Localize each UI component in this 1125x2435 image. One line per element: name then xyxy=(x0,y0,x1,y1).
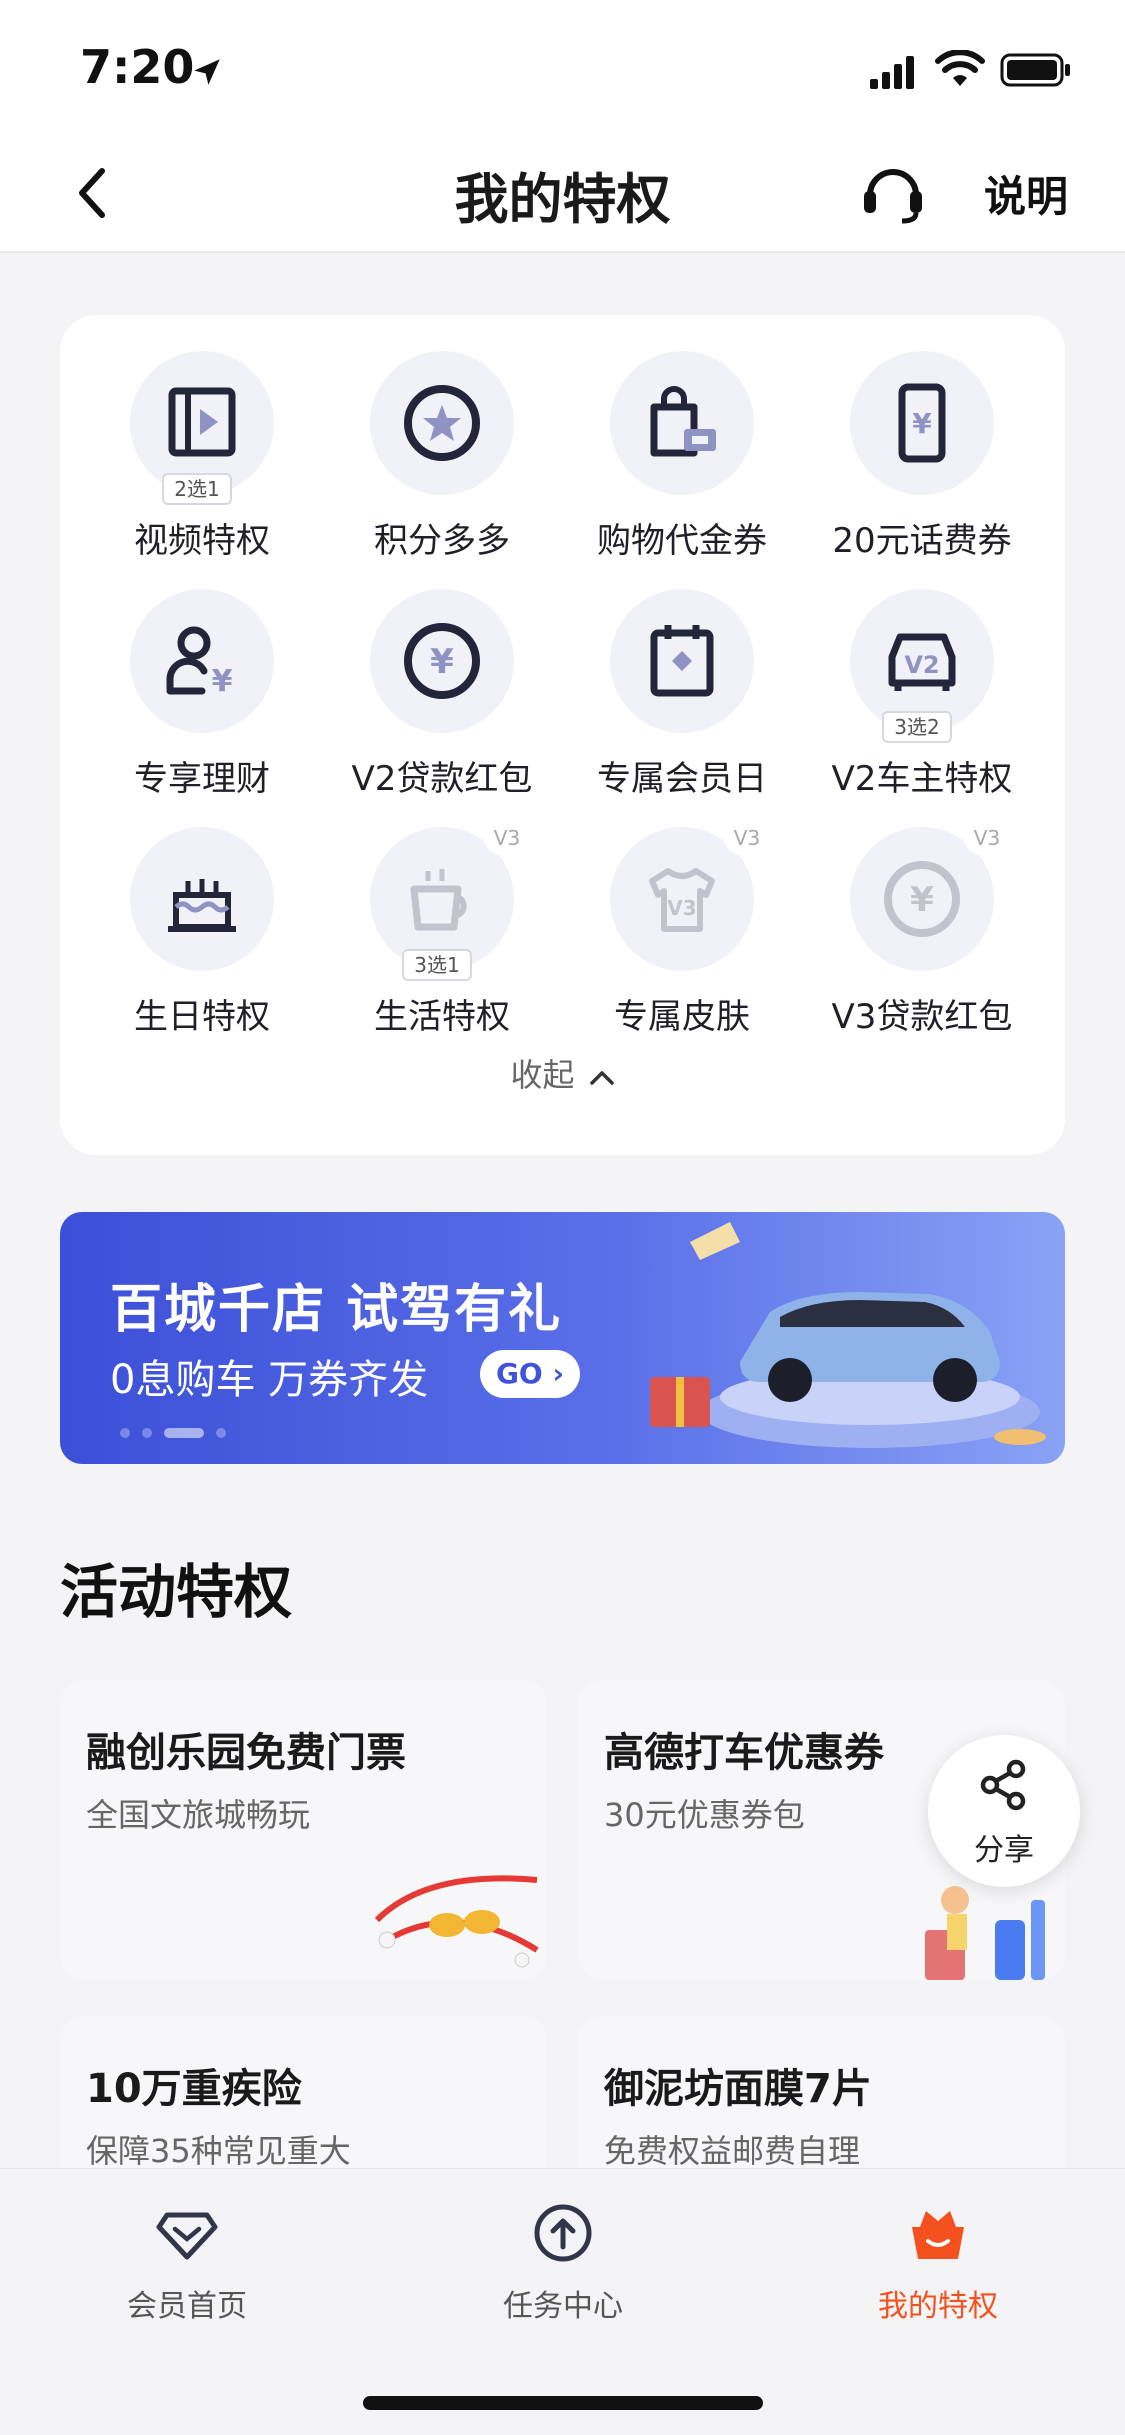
phone-icon: ¥ xyxy=(898,383,946,463)
privilege-video[interactable]: 2选1 视频特权 xyxy=(82,315,322,561)
tab-member-home[interactable]: 会员首页 xyxy=(37,2199,337,2325)
star-coin-icon xyxy=(404,385,480,461)
share-button[interactable]: 分享 xyxy=(928,1735,1080,1887)
activity-title: 10万重疾险 xyxy=(86,2066,302,2112)
privilege-v2-loan[interactable]: ¥ V2贷款红包 xyxy=(322,553,562,799)
tab-my-privileges[interactable]: 我的特权 xyxy=(788,2199,1088,2325)
privilege-icon-bg: ¥ xyxy=(370,589,514,733)
location-arrow-icon xyxy=(194,59,220,85)
car-v2-icon: V2 xyxy=(888,633,956,691)
tshirt-icon: V3 xyxy=(649,868,715,932)
activity-title: 融创乐园免费门票 xyxy=(86,1730,406,1776)
privilege-birthday[interactable]: 生日特权 xyxy=(82,791,322,1037)
nav-bar: 我的特权 说明 xyxy=(0,135,1125,253)
headset-icon[interactable] xyxy=(858,157,928,227)
signal-icon xyxy=(870,56,914,89)
activity-subtitle: 全国文旅城畅玩 xyxy=(86,1796,311,1834)
wifi-icon xyxy=(935,50,985,86)
shopping-bag-icon xyxy=(650,386,716,457)
privilege-phone-bill[interactable]: ¥ 20元话费券 xyxy=(802,315,1042,561)
svg-text:V2: V2 xyxy=(904,651,939,679)
finance-user-icon: ¥ xyxy=(166,626,233,699)
privilege-label: 专属皮肤 xyxy=(614,997,750,1037)
privilege-tag: 3选2 xyxy=(882,711,952,743)
page-title: 我的特权 xyxy=(454,168,671,231)
collapse-button[interactable]: 收起 xyxy=(60,1050,1065,1096)
collapse-label: 收起 xyxy=(510,1056,575,1094)
activity-title: 高德打车优惠券 xyxy=(604,1730,884,1776)
banner-pagination xyxy=(120,1422,238,1441)
share-icon xyxy=(980,1759,1026,1811)
bracelet-image xyxy=(374,1875,539,1968)
help-link[interactable]: 说明 xyxy=(984,163,1068,224)
crown-basket-icon xyxy=(912,2211,964,2259)
privilege-v3-loan[interactable]: ¥ V3 V3贷款红包 xyxy=(802,791,1042,1037)
banner-go-button[interactable]: GO › xyxy=(480,1350,580,1398)
level-badge: V3 xyxy=(484,821,530,855)
cake-icon xyxy=(168,879,236,932)
banner-subtitle: 0息购车 万券齐发 xyxy=(110,1357,429,1403)
page-dot xyxy=(120,1427,130,1438)
privilege-icon-bg: ¥ xyxy=(130,589,274,733)
privilege-label: V3贷款红包 xyxy=(831,997,1013,1037)
privilege-points[interactable]: 积分多多 xyxy=(322,315,562,561)
level-badge: V3 xyxy=(964,821,1010,855)
activity-title: 御泥坊面膜7片 xyxy=(604,2066,872,2112)
coffee-cup-icon xyxy=(410,869,467,931)
privilege-icon-bg xyxy=(610,351,754,495)
bottom-tab-bar: 会员首页 任务中心 我的特权 xyxy=(0,2168,1125,2435)
privilege-icon-bg: ¥ xyxy=(850,351,994,495)
page-dot xyxy=(142,1427,152,1438)
privilege-member-day[interactable]: 专属会员日 xyxy=(562,553,802,799)
tab-label: 会员首页 xyxy=(127,2289,247,2324)
video-icon xyxy=(168,387,236,457)
privilege-tag: 2选1 xyxy=(162,473,232,505)
calendar-icon xyxy=(650,625,714,697)
share-label: 分享 xyxy=(974,1833,1034,1868)
privileges-card: 2选1 视频特权 积分多多 购物代金券 ¥ 20元话费券 ¥ 专享理财 ¥ V2… xyxy=(60,315,1065,1155)
section-title-activities: 活动特权 xyxy=(60,1558,293,1626)
upload-circle-icon xyxy=(534,2204,592,2262)
promo-banner[interactable]: 百城千店 试驾有礼 0息购车 万券齐发 GO › xyxy=(60,1212,1065,1464)
banner-title: 百城千店 试驾有礼 xyxy=(110,1280,563,1340)
activity-subtitle: 30元优惠券包 xyxy=(604,1796,805,1834)
home-indicator xyxy=(363,2396,763,2410)
activity-card[interactable]: 融创乐园免费门票 全国文旅城畅玩 xyxy=(60,1680,547,1980)
banner-go-label: GO xyxy=(495,1357,543,1390)
yen-coin-icon: ¥ xyxy=(404,623,480,699)
diamond-icon xyxy=(156,2212,218,2260)
car-illustration xyxy=(650,1222,1046,1448)
privilege-icon-bg xyxy=(370,351,514,495)
svg-text:¥: ¥ xyxy=(430,642,454,682)
svg-text:V3: V3 xyxy=(667,896,696,920)
level-badge: V3 xyxy=(724,821,770,855)
svg-text:¥: ¥ xyxy=(912,407,932,440)
privilege-skin[interactable]: V3 V3 专属皮肤 xyxy=(562,791,802,1037)
privilege-v2-car-owner[interactable]: V2 3选2 V2车主特权 xyxy=(802,553,1042,799)
activity-subtitle: 免费权益邮费自理 xyxy=(604,2132,861,2170)
privilege-icon-bg xyxy=(610,589,754,733)
privilege-label: 生日特权 xyxy=(134,997,270,1037)
tab-label: 我的特权 xyxy=(878,2289,998,2324)
chevron-up-icon xyxy=(589,1071,614,1085)
tab-label: 任务中心 xyxy=(503,2289,623,2324)
status-bar: 7:20 xyxy=(0,0,1125,135)
page-dot-active xyxy=(164,1427,204,1438)
svg-text:¥: ¥ xyxy=(212,664,233,699)
tab-task-center[interactable]: 任务中心 xyxy=(413,2199,713,2325)
privilege-finance[interactable]: ¥ 专享理财 xyxy=(82,553,322,799)
yen-coin-icon: ¥ xyxy=(884,861,960,937)
svg-text:¥: ¥ xyxy=(910,880,934,920)
privilege-label: 生活特权 xyxy=(374,997,510,1037)
activity-subtitle: 保障35种常见重大 xyxy=(86,2132,351,2170)
page-dot xyxy=(216,1427,226,1438)
status-time: 7:20 xyxy=(80,40,195,94)
privilege-tag: 3选1 xyxy=(402,949,472,981)
privilege-life[interactable]: V3 3选1 生活特权 xyxy=(322,791,562,1037)
battery-icon xyxy=(1000,53,1070,87)
privilege-icon-bg xyxy=(130,827,274,971)
privilege-voucher[interactable]: 购物代金券 xyxy=(562,315,802,561)
